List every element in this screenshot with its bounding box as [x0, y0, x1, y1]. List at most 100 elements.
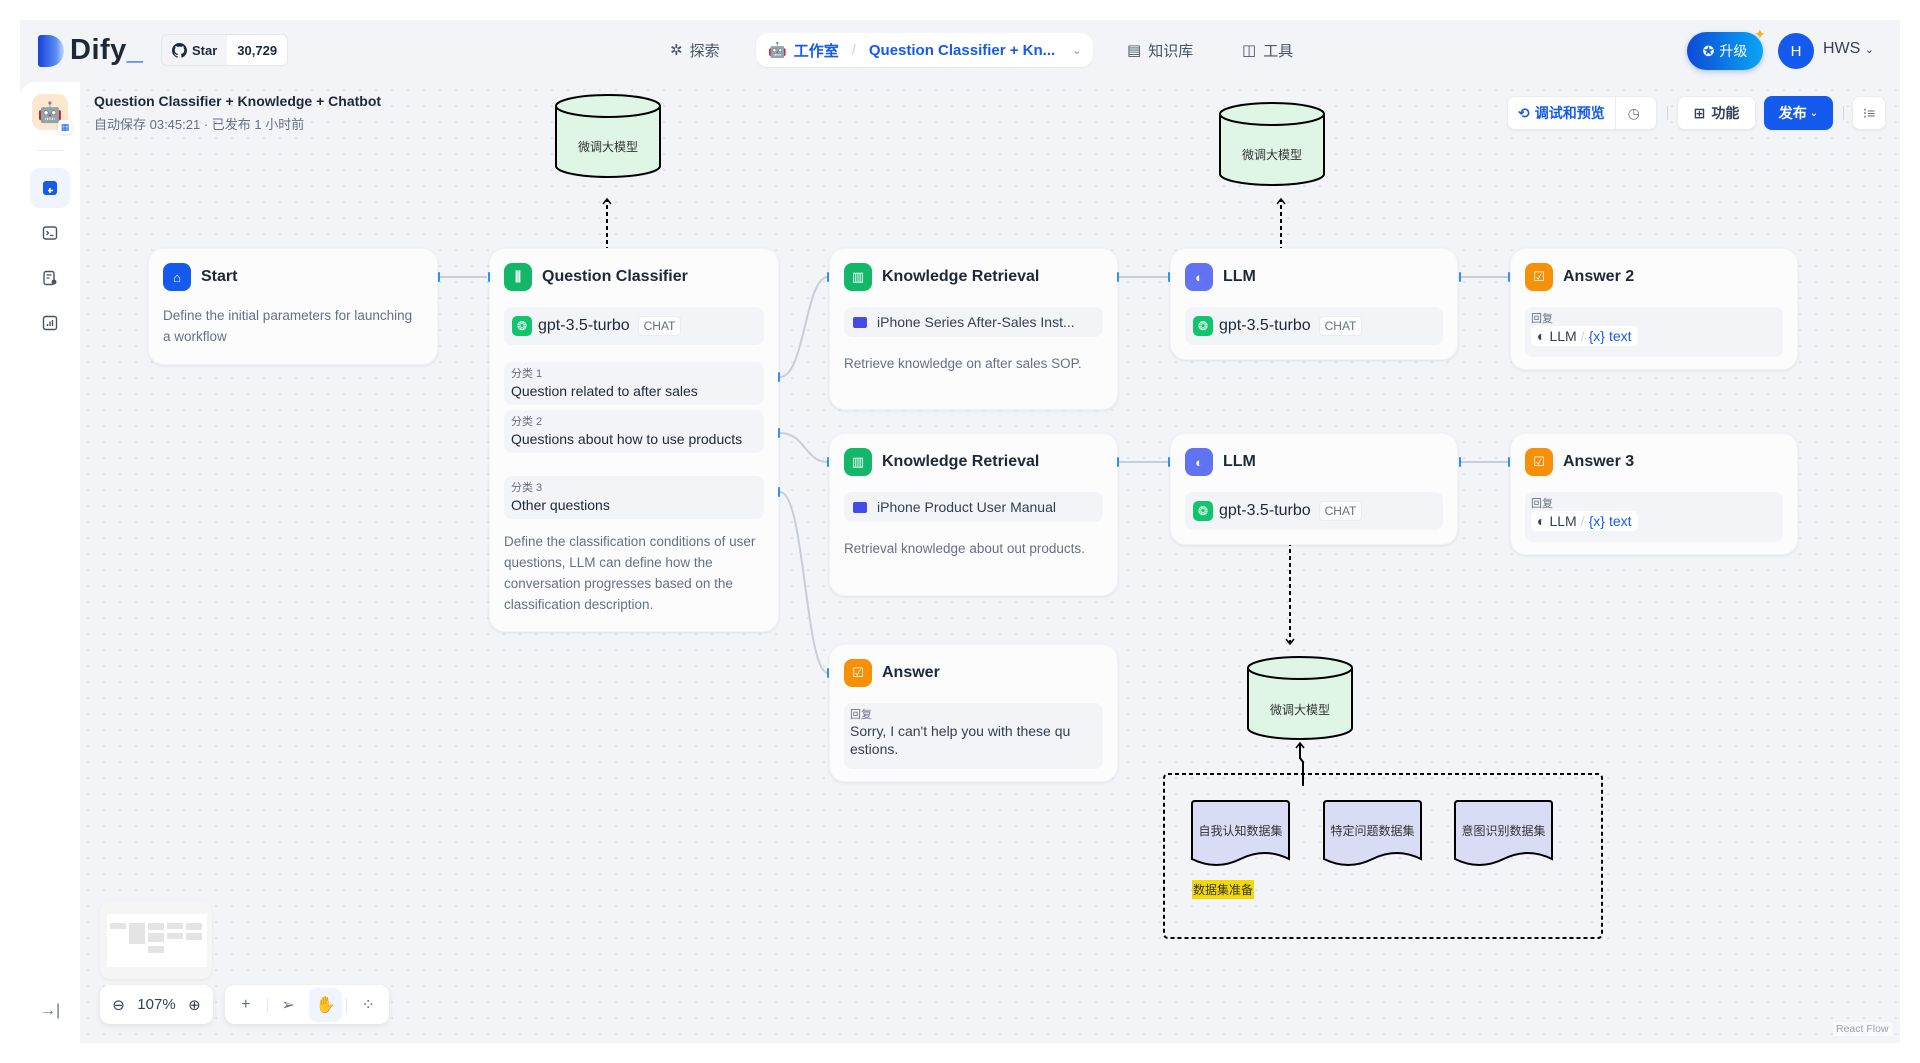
node-knowledge-retrieval-2[interactable]: ▥ Knowledge Retrieval iPhone Product User… [829, 433, 1118, 596]
nav-studio[interactable]: 🤖 工作室 / Question Classifier + Kn... ⌄ [756, 33, 1094, 67]
answer-content[interactable]: 回复 Sorry, I can't help you with these qu… [844, 703, 1103, 769]
model-selector[interactable]: ❂ gpt-3.5-turbo CHAT [1185, 307, 1443, 345]
zoom-level[interactable]: 107% [137, 996, 175, 1013]
zoom-in-icon[interactable]: ⊕ [188, 996, 201, 1014]
node-title: LLM [1223, 453, 1256, 470]
top-header: Dify_ Star 30,729 ✲ 探索 🤖 工作室 / Question … [20, 20, 1900, 80]
debug-chat-icon: ⟲ [1518, 104, 1530, 121]
add-node-button[interactable]: + [229, 988, 263, 1022]
model-selector[interactable]: ❂ gpt-3.5-turbo CHAT [1185, 492, 1443, 530]
hand-mode-button[interactable]: ✋ [308, 987, 343, 1022]
source-handle-class-3[interactable] [778, 487, 780, 497]
nav-knowledge[interactable]: ▤ 知识库 [1127, 33, 1193, 67]
debug-preview-group: ⟲ 调试和预览 ◷ [1507, 96, 1657, 130]
knowledge-book-icon: ▤ [1127, 42, 1142, 59]
answer-label: 回复 [1531, 313, 1553, 325]
dataset-group-label: 数据集准备 [1192, 880, 1255, 899]
target-handle[interactable] [1508, 457, 1510, 467]
source-handle-class-2[interactable] [778, 428, 780, 438]
node-title: Knowledge Retrieval [882, 268, 1040, 285]
variable-name: text [1608, 513, 1632, 529]
answer-label: 回复 [850, 709, 872, 721]
node-answer-2[interactable]: ☑ Answer 2 回复 ◐ LLM / {x} text [1510, 248, 1798, 370]
node-knowledge-retrieval-1[interactable]: ▥ Knowledge Retrieval iPhone Series After… [829, 248, 1118, 410]
logo-text: Dify [70, 34, 127, 66]
llm-brain-icon: ◐ [1185, 448, 1213, 476]
source-handle[interactable] [1117, 272, 1119, 282]
publish-button[interactable]: 发布 ⌄ [1764, 96, 1833, 130]
breadcrumb-current-app[interactable]: Question Classifier + Kn... [869, 42, 1055, 59]
sidebar-item-orchestrate[interactable] [30, 168, 70, 208]
upgrade-button[interactable]: ✪ 升级 [1687, 32, 1763, 70]
answer-content[interactable]: 回复 ◐ LLM / {x} text [1525, 492, 1783, 542]
node-title: Answer 2 [1563, 268, 1635, 285]
target-handle[interactable] [827, 457, 829, 467]
node-start[interactable]: ⌂ Start Define the initial parameters for… [148, 248, 438, 365]
node-llm-2[interactable]: ◐ LLM ❂ gpt-3.5-turbo CHAT [1170, 433, 1458, 545]
folder-icon [853, 501, 867, 513]
dataset-item[interactable]: iPhone Series After-Sales Inst... [844, 307, 1103, 337]
target-handle[interactable] [1168, 272, 1170, 282]
source-handle-class-1[interactable] [778, 372, 780, 382]
node-title: Knowledge Retrieval [882, 453, 1040, 470]
answer-content[interactable]: 回复 ◐ LLM / {x} text [1525, 307, 1783, 357]
variable-name: text [1608, 328, 1632, 344]
terminal-icon [42, 226, 58, 240]
source-handle[interactable] [1117, 457, 1119, 467]
target-handle[interactable] [488, 272, 490, 282]
upgrade-star-icon: ✪ [1702, 42, 1715, 59]
model-name: gpt-3.5-turbo [1219, 502, 1311, 519]
sidebar-item-logs[interactable] [30, 258, 70, 298]
checklist-button[interactable]: ⁝≡ [1852, 96, 1886, 130]
toolbar-divider [1667, 106, 1668, 120]
source-handle[interactable] [1459, 272, 1461, 282]
target-handle[interactable] [1508, 272, 1510, 282]
app-sidebar: 🤖 ▦ →| [20, 82, 80, 1043]
class-item[interactable]: 分类 1 Question related to after sales [504, 362, 764, 405]
pointer-mode-button[interactable]: ➢ [271, 988, 305, 1022]
github-star-button[interactable]: Star 30,729 [161, 34, 289, 66]
node-answer[interactable]: ☑ Answer 回复 Sorry, I can't help you with … [829, 644, 1118, 782]
dify-logo[interactable]: Dify_ [38, 34, 143, 67]
features-button[interactable]: ⊞ 功能 [1677, 96, 1756, 130]
debug-preview-label: 调试和预览 [1534, 105, 1605, 121]
nav-studio-label: 工作室 [793, 42, 839, 60]
chevron-down-icon[interactable]: ⌄ [1072, 44, 1081, 57]
llm-icon: ◐ [1537, 513, 1546, 529]
dataset-doc-label: 自我认知数据集 [1198, 824, 1283, 838]
organize-blocks-button[interactable]: ⁘ [351, 988, 385, 1022]
class-item[interactable]: 分类 3 Other questions [504, 476, 764, 519]
node-question-classifier[interactable]: ⫼ Question Classifier ❂ gpt-3.5-turbo CHAT … [489, 248, 779, 632]
home-icon: ⌂ [163, 263, 191, 291]
source-handle[interactable] [438, 272, 440, 282]
nav-explore-label: 探索 [689, 42, 720, 60]
react-flow-attribution[interactable]: React Flow [1833, 1022, 1892, 1036]
answer-icon: ☑ [844, 659, 872, 687]
sidebar-item-api[interactable] [30, 213, 70, 253]
model-selector[interactable]: ❂ gpt-3.5-turbo CHAT [504, 307, 764, 345]
class-label: 分类 2 [511, 416, 543, 428]
zoom-out-icon[interactable]: ⊖ [112, 996, 125, 1014]
target-handle[interactable] [1168, 457, 1170, 467]
class-label: 分类 3 [511, 482, 543, 494]
node-description: Define the initial parameters for launch… [163, 308, 413, 344]
source-handle[interactable] [1459, 457, 1461, 467]
debug-preview-button[interactable]: ⟲ 调试和预览 [1508, 97, 1616, 129]
class-item[interactable]: 分类 2 Questions about how to use products [504, 410, 764, 453]
minimap[interactable] [100, 901, 212, 979]
node-title: LLM [1223, 268, 1256, 285]
nav-explore[interactable]: ✲ 探索 [670, 33, 720, 67]
dataset-item[interactable]: iPhone Product User Manual [844, 492, 1103, 522]
user-avatar[interactable]: H [1778, 33, 1814, 69]
collapse-sidebar-icon[interactable]: →| [40, 1002, 60, 1020]
run-history-button[interactable]: ◷ [1616, 105, 1652, 122]
target-handle[interactable] [827, 272, 829, 282]
user-menu[interactable]: HWS ⌄ [1823, 40, 1874, 58]
node-answer-3[interactable]: ☑ Answer 3 回复 ◐ LLM / {x} text [1510, 433, 1798, 555]
nav-tools[interactable]: ◫ 工具 [1242, 33, 1293, 67]
app-icon[interactable]: 🤖 ▦ [32, 94, 72, 134]
studio-robot-icon: 🤖 [768, 42, 787, 59]
sidebar-item-monitoring[interactable] [30, 303, 70, 343]
target-handle[interactable] [827, 668, 829, 678]
node-llm-1[interactable]: ◐ LLM ❂ gpt-3.5-turbo CHAT [1170, 248, 1458, 360]
